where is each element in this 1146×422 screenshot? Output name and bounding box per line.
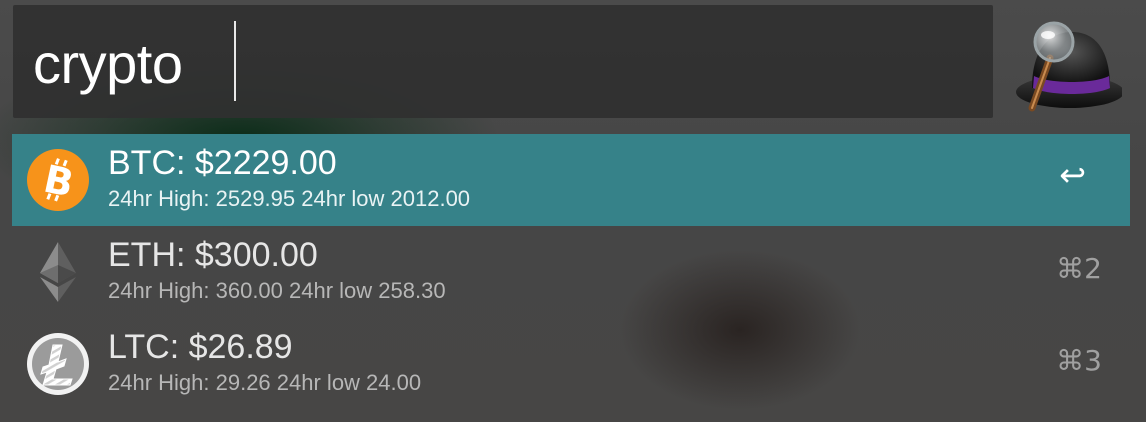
return-key-icon: ↩ bbox=[1059, 156, 1086, 194]
result-title: ETH: $300.00 bbox=[108, 236, 318, 274]
search-input[interactable]: crypto bbox=[13, 5, 993, 118]
result-title: BTC: $2229.00 bbox=[108, 144, 337, 182]
result-subtitle: 24hr High: 29.26 24hr low 24.00 bbox=[108, 370, 422, 395]
result-subtitle: 24hr High: 2529.95 24hr low 2012.00 bbox=[108, 186, 471, 211]
result-row-eth[interactable]: ETH: $300.00 24hr High: 360.00 24hr low … bbox=[12, 226, 1130, 318]
shortcut-label: ⌘2 bbox=[1056, 252, 1102, 285]
results-list: B BTC: $2229.00 24hr High: 2529.95 24hr … bbox=[12, 134, 1130, 410]
result-subtitle: 24hr High: 360.00 24hr low 258.30 bbox=[108, 278, 446, 303]
alfred-window: crypto B BTC: $2229.00 24hr High: 2529.9… bbox=[0, 0, 1146, 422]
text-caret bbox=[234, 21, 236, 101]
bitcoin-icon: B bbox=[27, 149, 89, 211]
shortcut-label: ⌘3 bbox=[1056, 344, 1102, 377]
alfred-logo-icon bbox=[1016, 21, 1122, 112]
result-title: LTC: $26.89 bbox=[108, 328, 293, 366]
ethereum-icon bbox=[40, 242, 76, 302]
result-row-btc[interactable]: B BTC: $2229.00 24hr High: 2529.95 24hr … bbox=[12, 134, 1130, 226]
result-row-ltc[interactable]: LTC: $26.89 24hr High: 29.26 24hr low 24… bbox=[12, 318, 1130, 410]
search-query-text[interactable]: crypto bbox=[33, 29, 183, 99]
litecoin-icon bbox=[27, 333, 89, 395]
